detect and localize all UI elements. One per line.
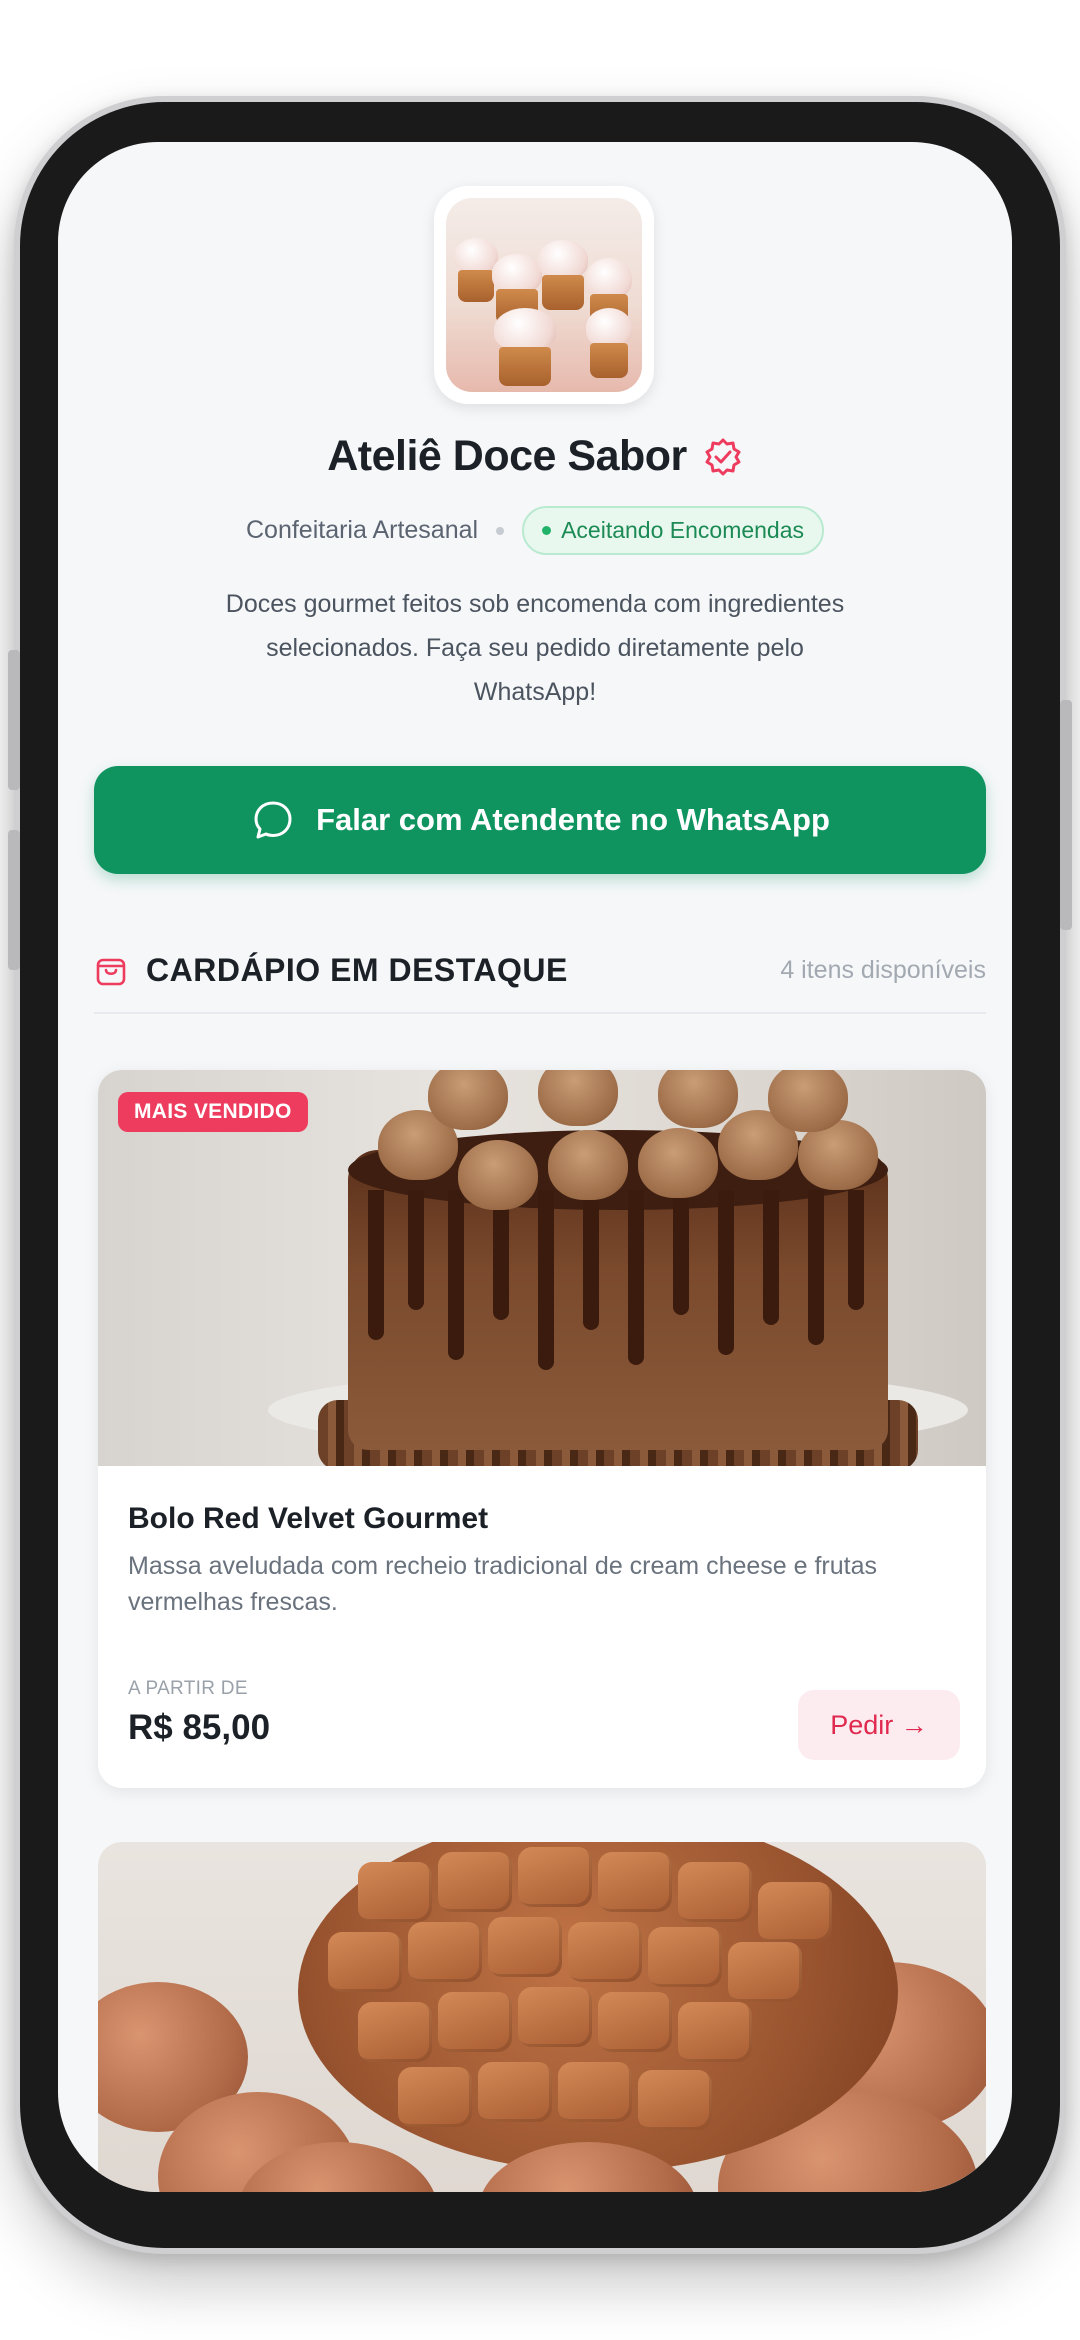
verified-check-icon: [705, 438, 741, 475]
volume-down-button: [8, 830, 20, 970]
status-text: Aceitando Encomendas: [561, 517, 805, 543]
cupcakes-photo: [446, 198, 642, 392]
shop-avatar: [434, 186, 654, 404]
whatsapp-contact-button[interactable]: Falar com Atendente no WhatsApp: [94, 766, 986, 874]
status-dot-icon: [542, 526, 552, 535]
volume-up-button: [8, 650, 20, 790]
status-badge: Aceitando Encomendas: [522, 506, 825, 555]
stage: Ateliê Doce Sabor Confeitaria Artesanal …: [0, 0, 1080, 2340]
item-description: Massa aveludada com recheio tradicional …: [128, 1552, 878, 1616]
menu-section-header: CARDÁPIO EM DESTAQUE 4 itens disponíveis: [94, 948, 986, 992]
whatsapp-button-label: Falar com Atendente no WhatsApp: [316, 802, 830, 837]
separator-dot: [496, 526, 505, 535]
menu-item-card[interactable]: MAIS VENDIDO Bolo Red Velvet Gourmet Mas…: [98, 1070, 986, 1788]
chocolate-drip-cake-photo: MAIS VENDIDO: [98, 1070, 986, 1466]
item-price: R$ 85,00: [128, 1708, 271, 1747]
shop-name: Ateliê Doce Sabor: [327, 432, 687, 480]
items-count: 4 itens disponíveis: [780, 955, 986, 984]
shop-meta-row: Confeitaria Artesanal Aceitando Encomend…: [58, 506, 1012, 555]
best-seller-badge: MAIS VENDIDO: [118, 1092, 308, 1132]
order-button[interactable]: Pedir →: [798, 1690, 960, 1760]
price-label: A PARTIR DE: [128, 1678, 248, 1699]
section-divider: [94, 1012, 986, 1014]
power-button: [1060, 700, 1072, 930]
menu-section-title: CARDÁPIO EM DESTAQUE: [146, 951, 568, 988]
shop-name-row: Ateliê Doce Sabor: [58, 432, 1012, 481]
item-title: Bolo Red Velvet Gourmet: [128, 1502, 489, 1535]
phone-screen: Ateliê Doce Sabor Confeitaria Artesanal …: [58, 142, 1012, 2192]
shop-category: Confeitaria Artesanal: [245, 516, 479, 544]
chat-bubble-icon: [254, 801, 292, 839]
shop-description: Doces gourmet feitos sob encomenda com i…: [225, 590, 845, 706]
chocolate-easter-egg-photo: [98, 1842, 986, 2192]
shopping-bag-icon: [96, 958, 126, 986]
menu-item-card[interactable]: [98, 1842, 986, 2192]
order-button-label: Pedir →: [830, 1709, 928, 1740]
